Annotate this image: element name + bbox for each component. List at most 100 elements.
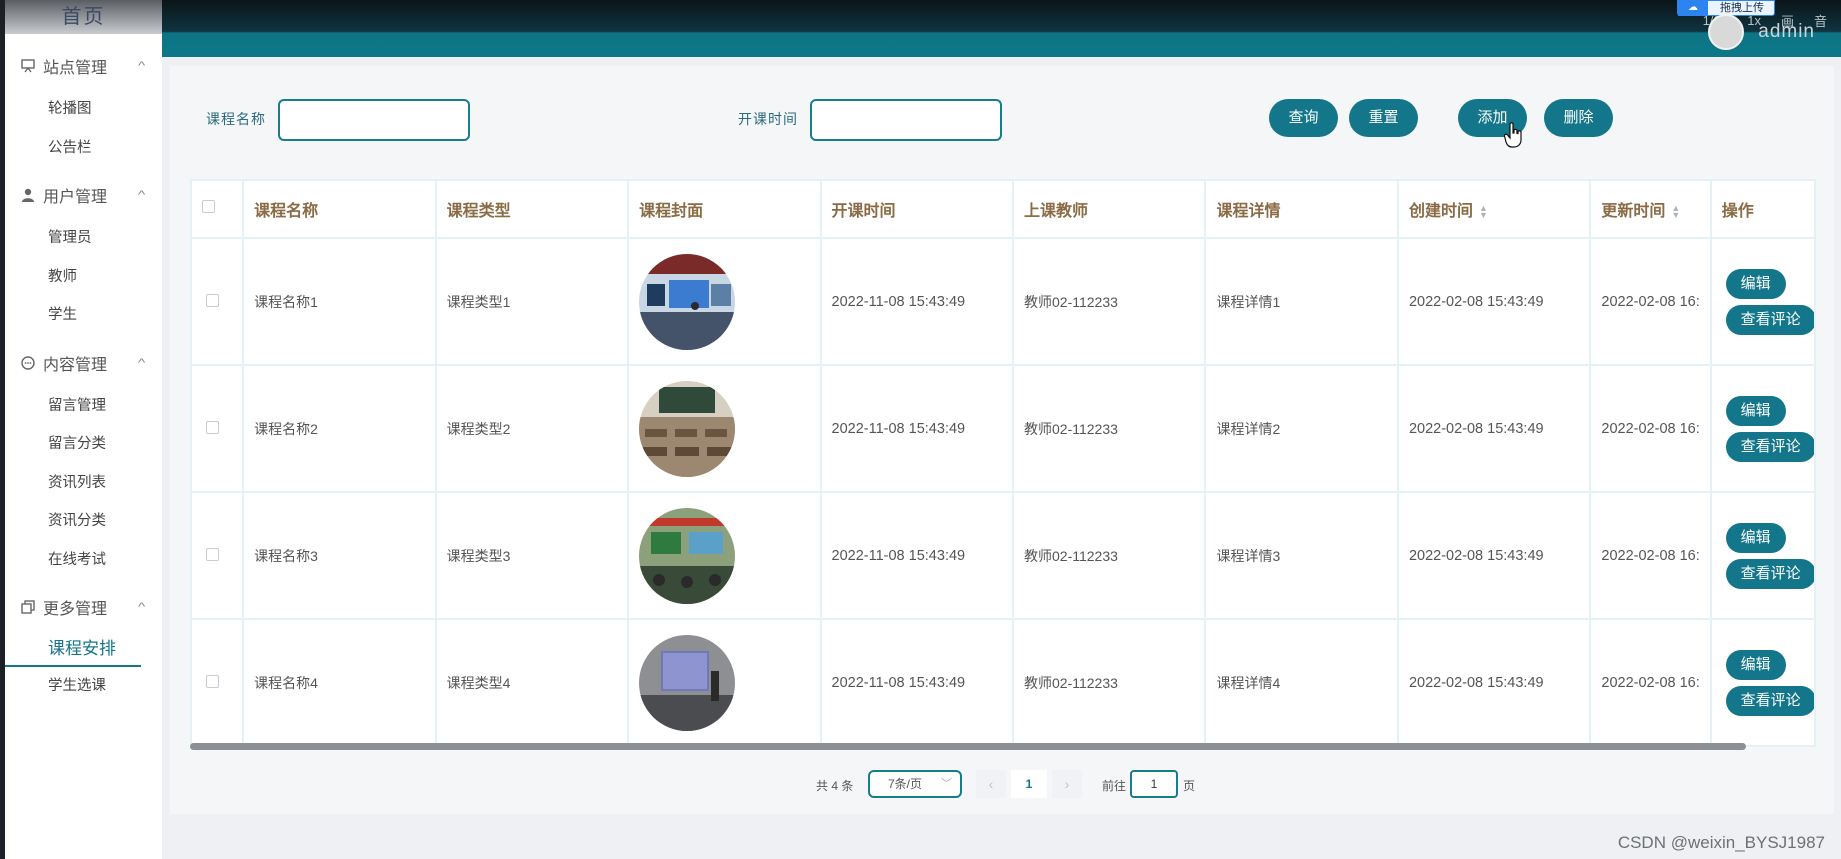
sidebar-item-news-list[interactable]: 资讯列表 [5, 464, 162, 503]
goto-page-input[interactable]: 1 [1130, 770, 1178, 798]
cell-cover [627, 491, 822, 620]
cell-start-time: 2022-11-08 15:43:49 [819, 364, 1015, 493]
table-row: 课程名称3 课程类型3 2022-11-08 15:43:49 教师02-112… [190, 491, 1816, 620]
row-checkbox[interactable] [206, 293, 219, 307]
cell-teacher: 教师02-112233 [1011, 364, 1207, 493]
copy-icon [19, 598, 37, 616]
col-start-time: 开课时间 [819, 179, 1015, 239]
col-created-time[interactable]: 创建时间 ▲ ▼ [1396, 179, 1592, 239]
reset-button[interactable]: 重置 [1349, 99, 1418, 137]
row-checkbox[interactable] [206, 674, 219, 688]
col-teacher: 上课教师 [1011, 179, 1207, 239]
page-size-value: 7条/页 [888, 777, 923, 791]
page-size-select[interactable]: 7条/页 ﹀ [868, 770, 962, 798]
group-head-site[interactable]: 站点管理 ^ [5, 52, 162, 80]
group-head-user[interactable]: 用户管理 ^ [5, 181, 162, 209]
cell-detail: 课程详情3 [1204, 491, 1399, 620]
col-actions: 操作 [1709, 179, 1816, 239]
cell-teacher: 教师02-112233 [1011, 237, 1207, 366]
delete-button[interactable]: 删除 [1544, 99, 1613, 137]
sidebar-item-online-exam[interactable]: 在线考试 [5, 541, 162, 580]
cell-cover [627, 237, 822, 366]
course-cover-image[interactable] [639, 380, 736, 477]
user-info[interactable]: admin [1708, 14, 1815, 50]
group-user-management: 用户管理 ^ 管理员 教师 学生 [5, 181, 162, 335]
course-cover-image[interactable] [639, 507, 736, 604]
edit-button[interactable]: 编辑 [1725, 522, 1786, 553]
row-select-cell [190, 364, 245, 493]
cell-actions: 编辑 查看评论 [1709, 364, 1816, 493]
course-cover-image[interactable] [639, 253, 736, 350]
sidebar-item-message-category[interactable]: 留言分类 [5, 425, 162, 464]
cell-actions: 编辑 查看评论 [1709, 618, 1816, 747]
cell-start-time: 2022-11-08 15:43:49 [819, 491, 1015, 620]
sort-icon[interactable]: ▲ ▼ [1479, 203, 1488, 219]
row-select-cell [190, 618, 245, 747]
sidebar-item-messages[interactable]: 留言管理 [5, 387, 162, 426]
col-course-detail: 课程详情 [1204, 179, 1399, 239]
select-all-checkbox[interactable] [202, 200, 215, 213]
table-row: 课程名称4 课程类型4 2022-11-08 15:43:49 教师02-112… [190, 618, 1816, 747]
start-time-input[interactable] [810, 99, 1002, 141]
sidebar-item-notice[interactable]: 公告栏 [5, 129, 162, 168]
row-checkbox[interactable] [206, 420, 219, 434]
row-checkbox[interactable] [206, 547, 219, 561]
avatar[interactable] [1708, 14, 1745, 50]
cell-created: 2022-02-08 15:43:49 [1396, 618, 1592, 747]
cloud-icon: ☁ [1678, 0, 1708, 16]
group-more-management: 更多管理 ^ 课程安排 学生选课 [5, 593, 162, 706]
start-time-label: 开课时间 [738, 111, 798, 127]
view-comments-button[interactable]: 查看评论 [1725, 431, 1813, 462]
prev-page-button[interactable]: ‹ [976, 770, 1006, 798]
sidebar-item-news-category[interactable]: 资讯分类 [5, 502, 162, 541]
upload-badge-label: 拖拽上传 [1720, 2, 1764, 14]
edit-button[interactable]: 编辑 [1725, 395, 1786, 426]
home-link[interactable]: 首页 [5, 0, 162, 34]
view-comments-button[interactable]: 查看评论 [1725, 685, 1813, 716]
edit-button[interactable]: 编辑 [1725, 268, 1786, 299]
horizontal-scrollbar[interactable] [190, 743, 1746, 750]
select-all-cell [190, 179, 245, 239]
cell-cover [627, 364, 822, 493]
audio-control[interactable]: 音 [1814, 11, 1827, 30]
sidebar-item-carousel[interactable]: 轮播图 [5, 90, 162, 129]
course-name-input[interactable] [278, 99, 470, 141]
sidebar-item-admin[interactable]: 管理员 [5, 219, 162, 258]
chevron-up-icon: ^ [137, 60, 146, 72]
course-cover-image[interactable] [639, 634, 736, 731]
sidebar-item-student[interactable]: 学生 [5, 296, 162, 335]
cell-created: 2022-02-08 15:43:49 [1396, 491, 1592, 620]
cell-updated: 2022-02-08 16: [1589, 364, 1712, 493]
cell-course-name: 课程名称1 [242, 237, 437, 366]
view-comments-button[interactable]: 查看评论 [1725, 558, 1813, 589]
pagination: 共 4 条 7条/页 ﹀ ‹ 1 › 前往 1 页 [170, 768, 1834, 802]
cell-detail: 课程详情1 [1204, 237, 1399, 366]
group-head-more[interactable]: 更多管理 ^ [5, 593, 162, 621]
cell-course-name: 课程名称4 [242, 618, 437, 747]
cell-actions: 编辑 查看评论 [1709, 491, 1816, 620]
sidebar-item-course-selection[interactable]: 学生选课 [5, 667, 162, 706]
chevron-up-icon: ^ [137, 356, 146, 369]
view-comments-button[interactable]: 查看评论 [1725, 304, 1813, 335]
cell-course-type: 课程类型4 [434, 618, 630, 747]
cell-created: 2022-02-08 15:43:49 [1396, 364, 1592, 493]
sort-icon[interactable]: ▲ ▼ [1671, 203, 1680, 219]
row-select-cell [190, 237, 245, 366]
cell-course-type: 课程类型2 [434, 364, 630, 493]
group-head-content[interactable]: 内容管理 ^ [5, 349, 162, 377]
edit-button[interactable]: 编辑 [1725, 649, 1786, 680]
cell-updated: 2022-02-08 16: [1589, 237, 1712, 366]
sidebar-item-course-schedule[interactable]: 课程安排 [5, 631, 141, 667]
page-number-current[interactable]: 1 [1011, 770, 1047, 798]
table-header-row: 课程名称 课程类型 课程封面 开课时间 上课教师 课程详情 创建时间 ▲ ▼ 更新时… [190, 179, 1816, 239]
col-updated-time[interactable]: 更新时间 ▲ ▼ [1589, 179, 1712, 239]
cell-detail: 课程详情4 [1204, 618, 1399, 747]
sidebar-item-teacher[interactable]: 教师 [5, 258, 162, 297]
next-page-button[interactable]: › [1052, 770, 1082, 798]
col-course-cover: 课程封面 [627, 179, 822, 239]
query-button[interactable]: 查询 [1269, 99, 1338, 137]
table-row: 课程名称1 课程类型1 2022-11-08 15:43:49 教师02-112… [190, 237, 1816, 366]
goto-label: 前往 [1102, 779, 1127, 793]
total-count: 共 4 条 [816, 779, 854, 793]
course-table: 课程名称 课程类型 课程封面 开课时间 上课教师 课程详情 创建时间 ▲ ▼ 更新时… [190, 179, 1816, 747]
